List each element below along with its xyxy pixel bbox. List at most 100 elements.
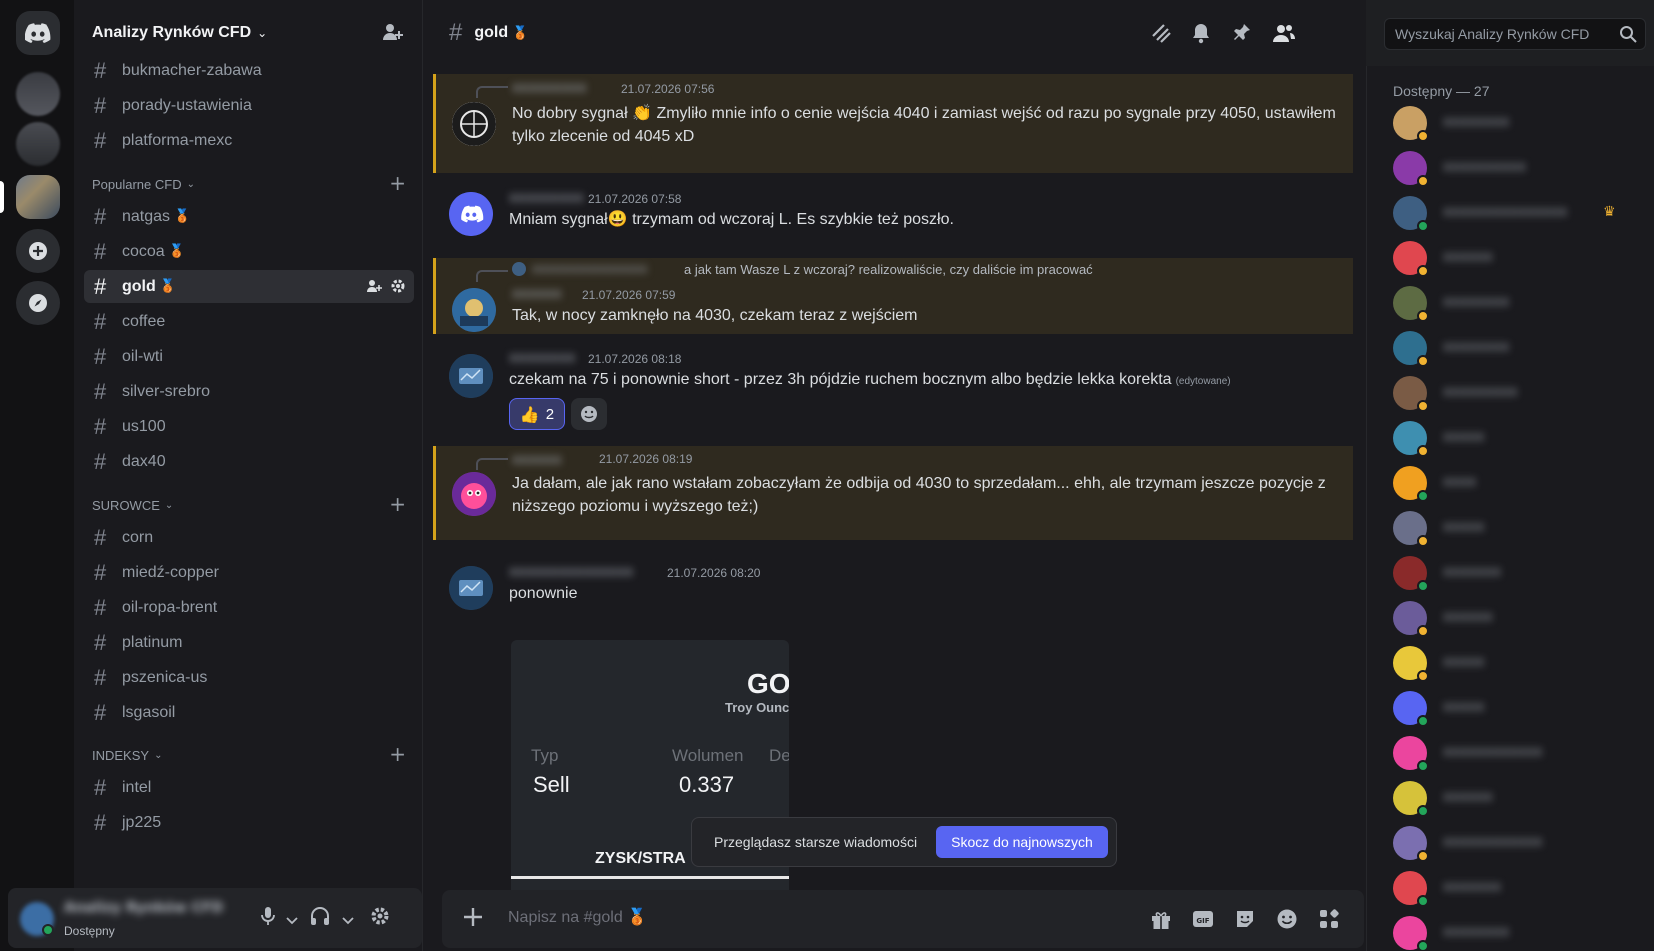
attach-plus-icon[interactable] bbox=[460, 904, 486, 934]
channel-item[interactable]: # porady-ustawienia bbox=[84, 89, 414, 122]
message-author[interactable]: xxxxxx bbox=[512, 452, 562, 468]
channel-item[interactable]: # lsgasoil bbox=[84, 696, 414, 729]
member-item[interactable]: xxxxx bbox=[1393, 691, 1643, 731]
channel-item[interactable]: # silver-srebro bbox=[84, 375, 414, 408]
channel-name: oil-wti bbox=[122, 347, 163, 365]
channel-item[interactable]: # jp225 bbox=[84, 806, 414, 839]
member-item[interactable]: xxxxxx bbox=[1393, 781, 1643, 821]
status-indicator-icon bbox=[1417, 670, 1429, 682]
channel-item[interactable]: # pszenica-us bbox=[84, 661, 414, 694]
microphone-icon[interactable] bbox=[260, 906, 276, 930]
reply-preview[interactable]: a jak tam Wasze L z wczoraj? realizowali… bbox=[684, 262, 1093, 277]
message-author[interactable]: xxxxxx bbox=[512, 286, 562, 302]
member-item[interactable]: xxxxxxxxxxxx bbox=[1393, 736, 1643, 776]
message-input[interactable] bbox=[508, 904, 1068, 932]
member-item[interactable]: xxxx bbox=[1393, 466, 1643, 506]
channel-item[interactable]: # miedź-copper bbox=[84, 556, 414, 589]
channel-item[interactable]: # natgas 🥉 bbox=[84, 200, 414, 233]
status-indicator-icon bbox=[1417, 940, 1429, 951]
pin-icon[interactable] bbox=[1232, 22, 1252, 48]
add-channel-icon[interactable]: + bbox=[389, 492, 406, 516]
server-icon[interactable] bbox=[16, 122, 60, 166]
channel-item[interactable]: # platforma-mexc bbox=[84, 124, 414, 157]
avatar[interactable] bbox=[449, 566, 493, 610]
avatar[interactable] bbox=[452, 472, 496, 516]
message-author[interactable]: xxxxxxxx bbox=[509, 350, 575, 366]
explore-compass-icon[interactable] bbox=[16, 281, 60, 325]
member-item[interactable]: xxxxxx bbox=[1393, 241, 1643, 281]
sticker-icon[interactable] bbox=[1234, 908, 1256, 934]
channel-item[interactable]: # oil-wti bbox=[84, 340, 414, 373]
gif-icon[interactable]: GIF bbox=[1192, 908, 1214, 934]
emoji-icon[interactable] bbox=[1276, 908, 1298, 934]
member-item[interactable]: xxxxxxxxxx bbox=[1393, 151, 1643, 191]
create-invite-icon[interactable] bbox=[366, 278, 382, 298]
channel-item[interactable]: # intel bbox=[84, 771, 414, 804]
medal-icon: 🥉 bbox=[512, 25, 529, 41]
gear-icon[interactable] bbox=[390, 278, 406, 298]
gear-icon[interactable] bbox=[370, 906, 390, 930]
chevron-down-icon[interactable] bbox=[342, 910, 354, 929]
add-server-icon[interactable] bbox=[16, 229, 60, 273]
channel-item[interactable]: # corn bbox=[84, 521, 414, 554]
reply-author[interactable]: xxxxxxxxxxxxxxx bbox=[532, 262, 647, 277]
avatar[interactable] bbox=[452, 288, 496, 332]
member-item[interactable]: xxxxxxxx bbox=[1393, 916, 1643, 951]
message-author[interactable]: xxxxxxxxx bbox=[512, 80, 587, 96]
server-icon[interactable] bbox=[16, 72, 60, 116]
member-item[interactable]: xxxxxxxx bbox=[1393, 106, 1643, 146]
channel-item[interactable]: # coffee bbox=[84, 305, 414, 338]
channel-item[interactable]: # cocoa 🥉 bbox=[84, 235, 414, 268]
category-header[interactable]: INDEKSY ⌄ + bbox=[92, 742, 412, 766]
channel-item[interactable]: # bukmacher-zabawa bbox=[84, 54, 414, 87]
member-item[interactable]: xxxxxx bbox=[1393, 601, 1643, 641]
member-item[interactable]: xxxxx bbox=[1393, 646, 1643, 686]
avatar[interactable] bbox=[452, 102, 496, 146]
member-list-icon[interactable] bbox=[1273, 22, 1295, 48]
category-header[interactable]: Popularne CFD ⌄ + bbox=[92, 171, 412, 195]
member-item[interactable]: xxxxxxxxxxxxxxx ♛ bbox=[1393, 196, 1643, 236]
bell-icon[interactable] bbox=[1191, 22, 1211, 48]
channel-item[interactable]: # us100 bbox=[84, 410, 414, 443]
channel-item-active[interactable]: # gold 🥉 bbox=[84, 270, 414, 303]
discord-home-icon[interactable] bbox=[16, 11, 60, 55]
member-item[interactable]: xxxxxxxx bbox=[1393, 286, 1643, 326]
active-server-icon[interactable] bbox=[16, 175, 60, 219]
member-item[interactable]: xxxxx bbox=[1393, 511, 1643, 551]
medal-icon: 🥉 bbox=[159, 279, 176, 294]
apps-icon[interactable] bbox=[1318, 908, 1340, 934]
hash-icon: # bbox=[94, 273, 107, 299]
avatar[interactable] bbox=[449, 192, 493, 236]
member-item[interactable]: xxxxxxxxx bbox=[1393, 376, 1643, 416]
embed-underline bbox=[511, 876, 789, 879]
threads-icon[interactable] bbox=[1150, 22, 1172, 48]
reaction-thumbs-up[interactable]: 👍 2 bbox=[509, 398, 565, 430]
medal-icon: 🥉 bbox=[168, 244, 185, 259]
search-icon[interactable] bbox=[1619, 25, 1637, 47]
member-item[interactable]: xxxxx bbox=[1393, 421, 1643, 461]
status-indicator-icon bbox=[1417, 310, 1429, 322]
chevron-down-icon[interactable] bbox=[286, 910, 298, 929]
status-indicator-icon bbox=[1417, 400, 1429, 412]
channel-item[interactable]: # platinum bbox=[84, 626, 414, 659]
add-channel-icon[interactable]: + bbox=[389, 742, 406, 766]
add-channel-icon[interactable]: + bbox=[389, 171, 406, 195]
message-author[interactable]: xxxxxxxxx bbox=[509, 190, 584, 206]
search-input[interactable] bbox=[1395, 23, 1613, 45]
add-reaction-button[interactable] bbox=[571, 398, 607, 430]
channel-item[interactable]: # dax40 bbox=[84, 445, 414, 478]
avatar[interactable] bbox=[449, 354, 493, 398]
channel-item[interactable]: # oil-ropa-brent bbox=[84, 591, 414, 624]
message-author[interactable]: xxxxxxxxxxxxxxx bbox=[509, 564, 633, 580]
member-item[interactable]: xxxxxxx bbox=[1393, 871, 1643, 911]
invite-people-icon[interactable] bbox=[382, 22, 404, 46]
member-item[interactable]: xxxxxxxx bbox=[1393, 331, 1643, 371]
message-text: Mniam sygnał😃 trzymam od wczoraj L. Es s… bbox=[509, 208, 1339, 231]
headphones-icon[interactable] bbox=[310, 906, 330, 930]
member-item[interactable]: xxxxxxx bbox=[1393, 556, 1643, 596]
member-name: xxxxxx bbox=[1443, 249, 1493, 265]
member-item[interactable]: xxxxxxxxxxxx bbox=[1393, 826, 1643, 866]
gift-icon[interactable] bbox=[1150, 908, 1172, 934]
category-header[interactable]: SUROWCE ⌄ + bbox=[92, 492, 412, 516]
jump-to-present-button[interactable]: Skocz do najnowszych bbox=[936, 826, 1108, 858]
